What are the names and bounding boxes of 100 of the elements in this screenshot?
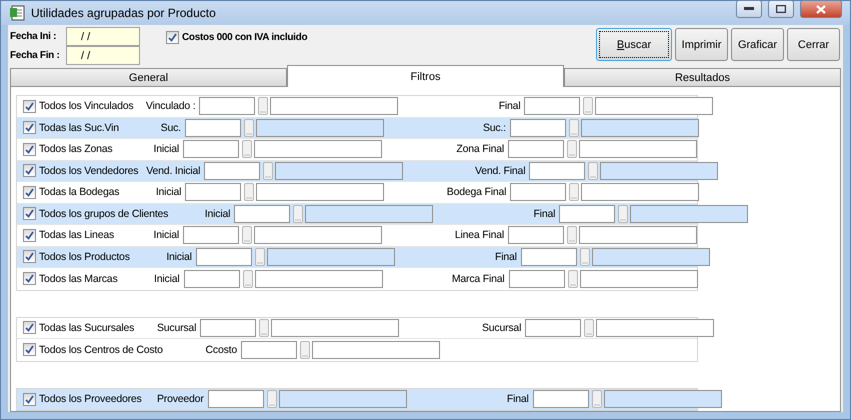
description-field[interactable]	[580, 118, 699, 137]
description-field[interactable]	[305, 204, 434, 223]
checkbox[interactable]	[23, 392, 36, 406]
browse-button[interactable]	[618, 204, 628, 223]
tab[interactable]: General	[10, 68, 287, 87]
code-field[interactable]	[532, 390, 589, 408]
description-field[interactable]	[254, 226, 382, 244]
browse-button[interactable]	[588, 162, 598, 180]
code-field[interactable]	[196, 248, 252, 266]
description-field[interactable]	[312, 340, 440, 359]
description-field[interactable]	[600, 162, 718, 180]
browse-button[interactable]	[300, 340, 310, 359]
checkbox[interactable]	[23, 121, 36, 134]
toolbar-button[interactable]: Graficar	[731, 28, 784, 61]
close-button[interactable]	[800, 0, 842, 18]
code-field[interactable]	[183, 226, 239, 244]
code-field[interactable]	[184, 118, 241, 137]
description-field[interactable]	[256, 183, 384, 202]
code-field[interactable]	[508, 270, 564, 288]
code-field[interactable]	[200, 318, 256, 337]
checkbox[interactable]	[23, 343, 36, 356]
browse-button[interactable]	[592, 390, 602, 408]
description-field[interactable]	[254, 140, 382, 158]
code-field[interactable]	[184, 270, 240, 288]
checkbox[interactable]	[23, 321, 36, 334]
checkbox[interactable]	[23, 207, 36, 220]
browse-button[interactable]	[568, 270, 578, 288]
browse-button[interactable]	[242, 270, 252, 288]
browse-button[interactable]	[242, 226, 252, 244]
browse-button[interactable]	[254, 248, 265, 266]
toolbar-button[interactable]: Buscar	[596, 28, 672, 61]
description-field[interactable]	[579, 140, 697, 158]
checkmark-icon	[25, 252, 34, 262]
code-field[interactable]	[510, 183, 566, 202]
code-field[interactable]	[520, 248, 577, 266]
browse-button[interactable]	[263, 162, 274, 180]
checkbox[interactable]	[23, 100, 36, 113]
code-field[interactable]	[204, 162, 260, 180]
code-field[interactable]	[185, 183, 242, 202]
code-field[interactable]	[524, 97, 580, 116]
code-field[interactable]	[508, 226, 564, 244]
code-field[interactable]	[241, 340, 297, 359]
browse-button[interactable]	[266, 390, 277, 408]
code-field[interactable]	[525, 318, 582, 337]
toolbar-button[interactable]: Cerrar	[787, 28, 840, 61]
browse-button[interactable]	[568, 118, 579, 137]
checkbox-label: Todos los Vendedores	[39, 164, 138, 177]
checkmark-icon	[25, 230, 34, 240]
browse-button[interactable]	[244, 118, 254, 137]
checkbox[interactable]	[23, 272, 36, 286]
code-field[interactable]	[183, 140, 239, 158]
description-field[interactable]	[630, 204, 748, 223]
description-field[interactable]	[604, 390, 722, 408]
browse-button[interactable]	[293, 204, 304, 223]
checkbox[interactable]	[23, 186, 36, 199]
tab[interactable]: Resultados	[564, 68, 841, 87]
browse-button[interactable]	[580, 248, 590, 266]
description-field[interactable]	[270, 97, 398, 116]
code-field[interactable]	[510, 118, 566, 137]
description-field[interactable]	[254, 270, 382, 288]
browse-button[interactable]	[567, 140, 577, 158]
browse-button[interactable]	[244, 183, 254, 202]
browse-button[interactable]	[584, 318, 594, 337]
browse-button[interactable]	[567, 226, 577, 244]
tab[interactable]: Filtros	[287, 65, 564, 87]
description-field[interactable]	[271, 318, 400, 337]
description-field[interactable]	[581, 183, 700, 202]
code-field[interactable]	[199, 97, 256, 116]
description-field[interactable]	[275, 162, 404, 180]
date-field[interactable]: / /	[66, 46, 140, 65]
browse-button[interactable]	[242, 140, 252, 158]
checkbox[interactable]	[23, 164, 36, 178]
browse-button[interactable]	[569, 183, 580, 202]
browse-button[interactable]	[259, 318, 270, 337]
maximize-button[interactable]	[768, 0, 794, 18]
description-field[interactable]	[266, 248, 395, 266]
code-field[interactable]	[508, 140, 564, 158]
checkbox[interactable]	[166, 31, 179, 44]
description-field[interactable]	[592, 248, 710, 266]
checkbox[interactable]	[23, 250, 36, 264]
minimize-button[interactable]	[736, 0, 762, 18]
date-field[interactable]: / /	[66, 27, 140, 46]
code-field[interactable]	[234, 204, 290, 223]
checkbox[interactable]	[23, 142, 36, 156]
browse-button[interactable]	[583, 97, 594, 116]
field-label: Suc.	[160, 122, 182, 134]
toolbar-button[interactable]: Imprimir	[675, 28, 728, 61]
description-field[interactable]	[596, 318, 714, 337]
code-field[interactable]	[559, 204, 616, 223]
code-field[interactable]	[208, 390, 264, 408]
description-field[interactable]	[580, 270, 698, 288]
checkbox[interactable]	[23, 228, 36, 242]
description-field[interactable]	[256, 118, 384, 137]
description-field[interactable]	[278, 390, 407, 408]
code-field[interactable]	[529, 162, 586, 180]
field-label: Final	[494, 250, 518, 263]
description-field[interactable]	[595, 97, 714, 116]
window-title: Utilidades agrupadas por Producto	[31, 6, 217, 20]
description-field[interactable]	[579, 226, 697, 244]
browse-button[interactable]	[258, 97, 268, 116]
